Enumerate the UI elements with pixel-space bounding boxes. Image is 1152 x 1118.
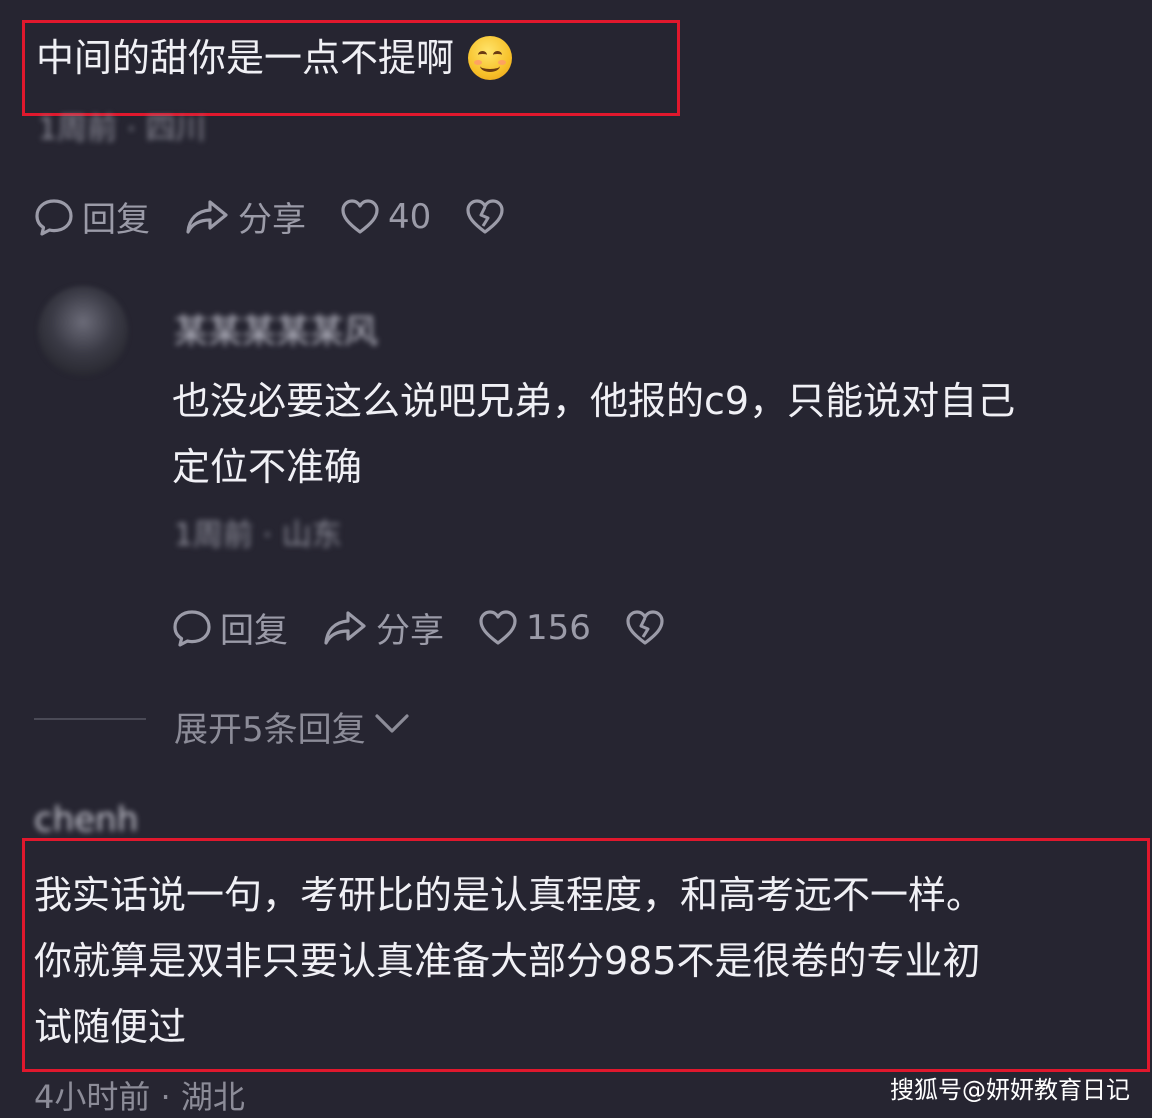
reply-label: 回复	[82, 200, 150, 240]
reply1-text-line2: 定位不准确	[172, 445, 363, 489]
reply1-username[interactable]: 某某某某某风	[174, 304, 378, 353]
comment2-text-line2: 你就算是双非只要认真准备大部分985不是很卷的专业初	[34, 939, 981, 983]
expand-replies-label: 展开5条回复	[174, 710, 366, 750]
broken-heart-icon	[465, 197, 505, 237]
share-label: 分享	[376, 611, 444, 651]
share-label: 分享	[238, 200, 306, 240]
watermark: 搜狐号@妍妍教育日记	[890, 1076, 1130, 1104]
smiling-blush-emoji-icon	[468, 36, 513, 80]
share-button[interactable]: 分享	[322, 603, 444, 652]
dislike-button[interactable]	[465, 197, 505, 237]
reply1-text-line1: 也没必要这么说吧兄弟，他报的c9，只能说对自己	[172, 379, 1016, 423]
reply1-meta: 1周前 · 山东	[174, 518, 342, 553]
reply1-actions: 回复 分享 156	[172, 603, 665, 652]
like-button[interactable]: 156	[478, 608, 591, 648]
reply-button[interactable]: 回复	[34, 192, 150, 241]
comment2-meta: 4小时前 · 湖北	[34, 1078, 245, 1116]
share-arrow-icon	[322, 608, 368, 648]
reply-button[interactable]: 回复	[172, 603, 288, 652]
like-count: 156	[526, 607, 591, 648]
comment1-text: 中间的甜你是一点不提啊	[36, 36, 455, 80]
comment-bubble-icon	[34, 197, 74, 237]
avatar[interactable]	[38, 286, 128, 376]
comment1-actions: 回复 分享 40	[34, 192, 505, 241]
dislike-button[interactable]	[625, 608, 665, 648]
comment1-body: 中间的甜你是一点不提啊	[36, 36, 513, 80]
broken-heart-icon	[625, 608, 665, 648]
comment2-text-line3: 试随便过	[34, 1005, 187, 1049]
heart-icon	[478, 608, 518, 648]
expand-replies-button[interactable]: 展开5条回复	[174, 702, 412, 751]
chevron-down-icon	[372, 707, 412, 747]
like-count: 40	[388, 196, 432, 237]
reply-label: 回复	[220, 611, 288, 651]
comment-bubble-icon	[172, 608, 212, 648]
like-button[interactable]: 40	[340, 197, 431, 237]
heart-icon	[340, 197, 380, 237]
share-button[interactable]: 分享	[184, 192, 306, 241]
comment1-meta: 1周前 · 四川	[38, 112, 206, 147]
share-arrow-icon	[184, 197, 230, 237]
comment2-username[interactable]: chenh	[34, 800, 138, 840]
expand-divider	[34, 718, 146, 720]
comment2-text-line1: 我实话说一句，考研比的是认真程度，和高考远不一样。	[34, 873, 985, 917]
